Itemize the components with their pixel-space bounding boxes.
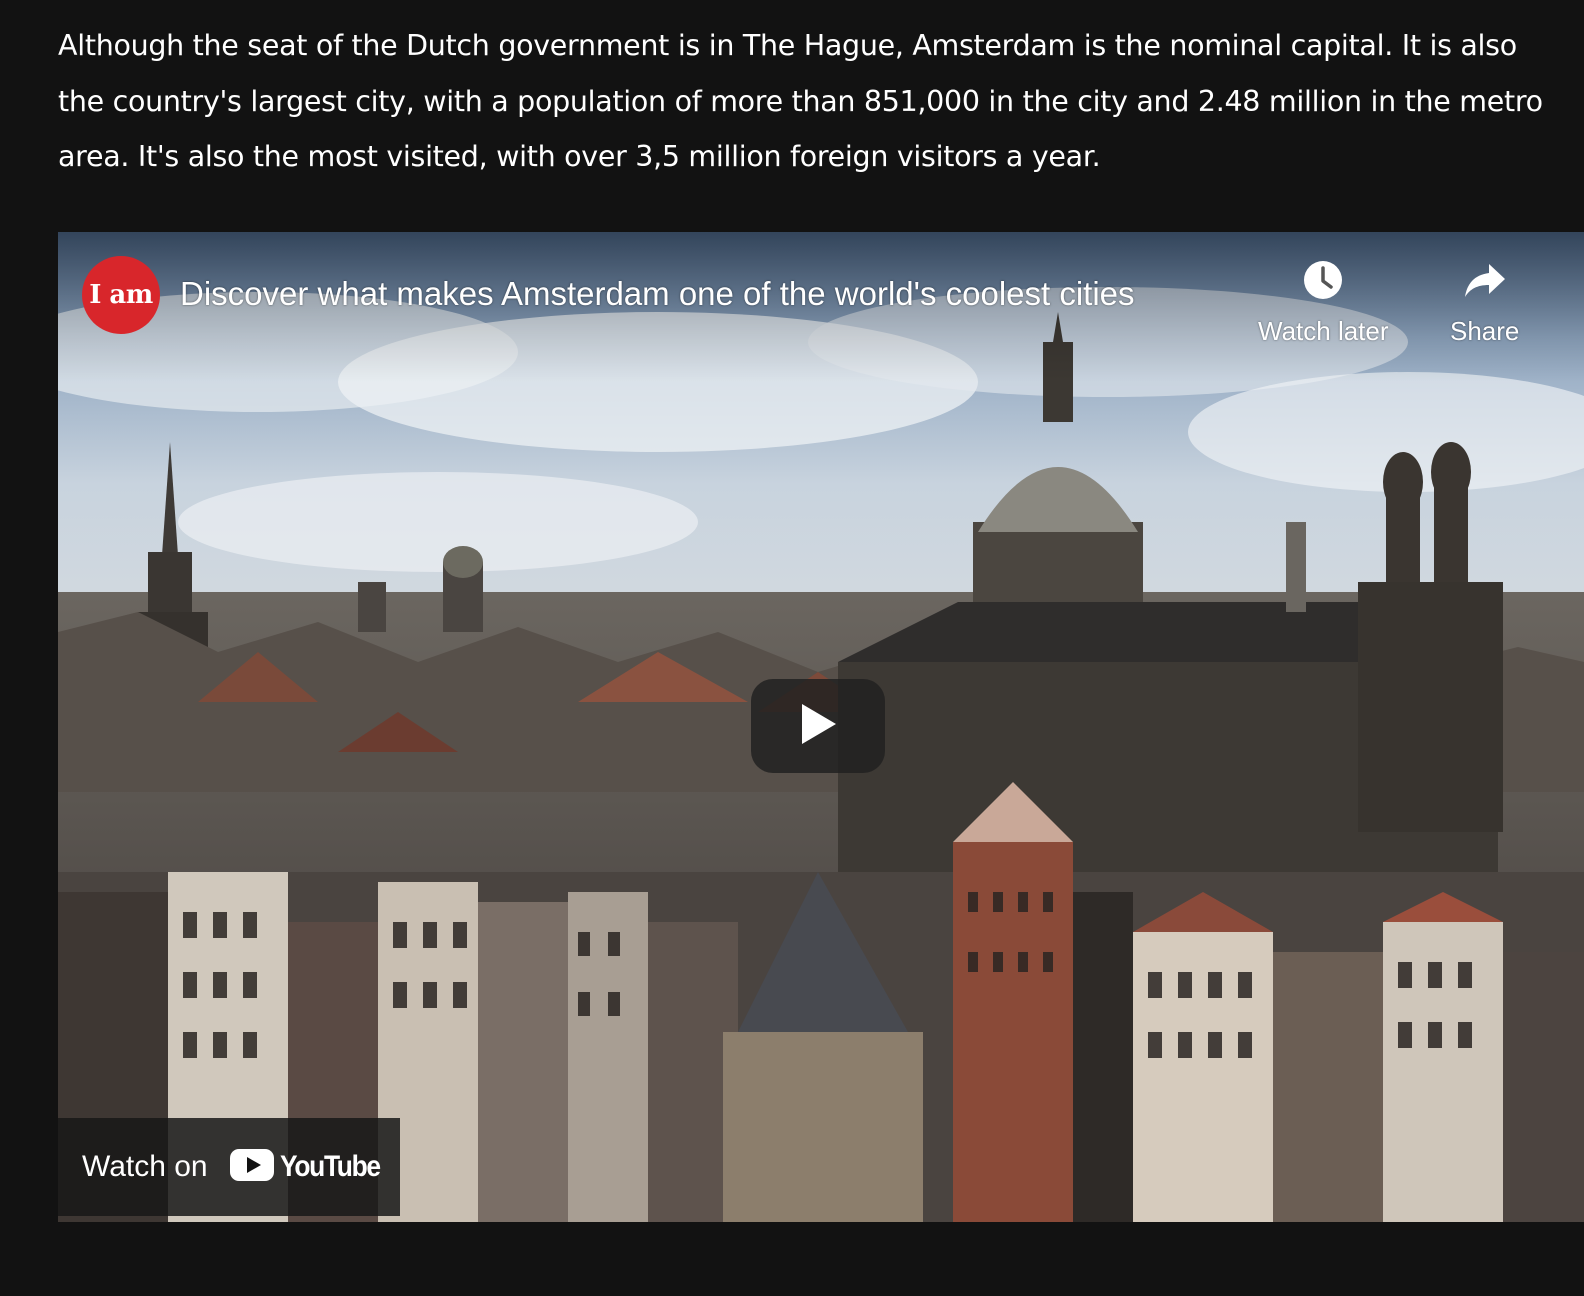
youtube-logo-icon [229, 1149, 274, 1185]
play-icon [798, 702, 838, 750]
clock-icon [1299, 256, 1347, 304]
share-arrow-icon [1461, 256, 1509, 304]
channel-avatar[interactable]: I am [82, 256, 160, 334]
watch-on-label: Watch on [82, 1150, 208, 1183]
article-paragraph: Although the seat of the Dutch governmen… [58, 29, 1543, 173]
channel-avatar-text: I am [89, 280, 153, 310]
play-button[interactable] [751, 679, 885, 773]
youtube-wordmark: YouTube [279, 1150, 381, 1183]
youtube-video-embed[interactable]: I am Discover what makes Amsterdam one o… [58, 232, 1584, 1222]
share-label: Share [1450, 316, 1520, 346]
share-button[interactable]: Share [1450, 256, 1519, 347]
youtube-logo: YouTube [229, 1149, 393, 1185]
watch-on-youtube-button[interactable]: Watch on YouTube [58, 1118, 400, 1216]
video-title[interactable]: Discover what makes Amsterdam one of the… [180, 274, 1135, 314]
watch-later-button[interactable]: Watch later [1258, 256, 1389, 347]
watch-later-label: Watch later [1258, 316, 1389, 346]
